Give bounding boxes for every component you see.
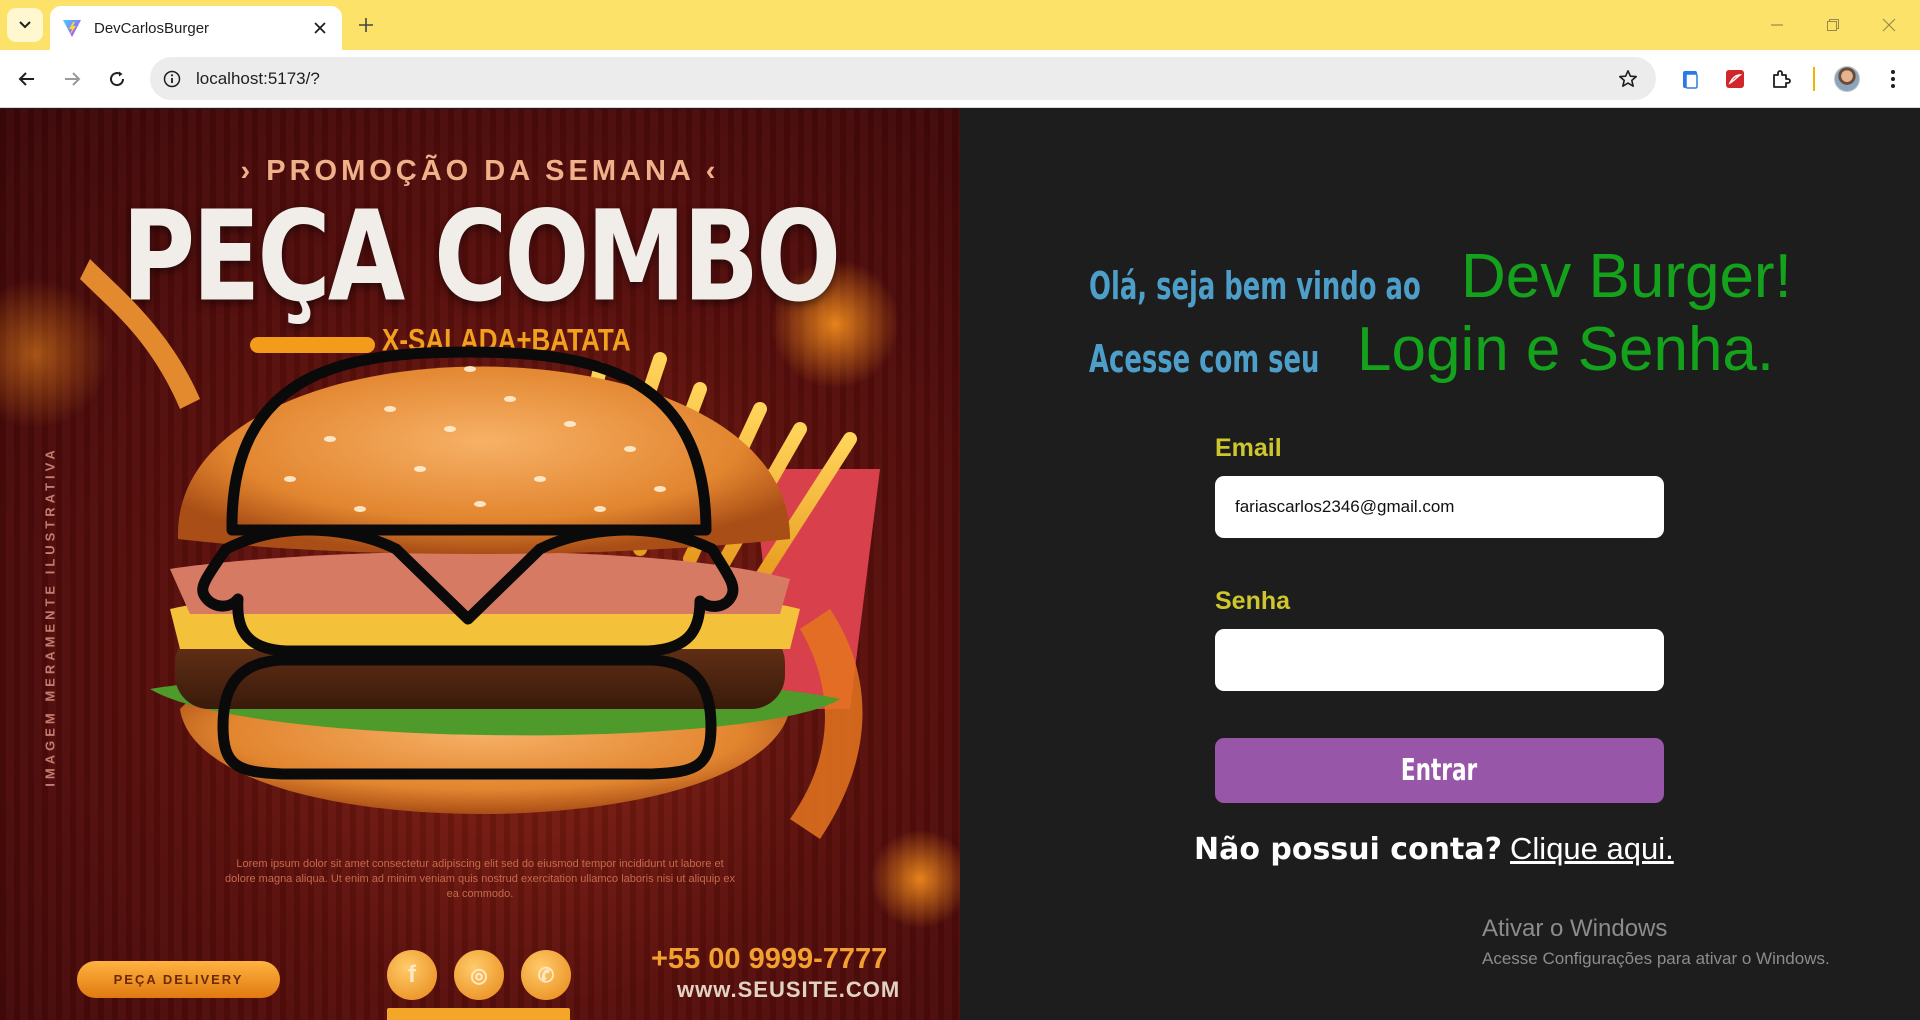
new-tab-button[interactable]: [353, 12, 379, 38]
greeting-prefix: Acesse com seu: [1089, 337, 1320, 381]
reload-icon: [110, 71, 125, 87]
whatsapp-icon: ✆: [521, 950, 571, 1000]
submit-button[interactable]: Entrar: [1215, 738, 1664, 803]
greeting-line-2: Acesse com seu Login e Senha.: [1089, 315, 1774, 384]
extension-pdf-icon[interactable]: [1720, 64, 1750, 94]
poster-blurb: Lorem ipsum dolor sit amet consectetur a…: [225, 858, 735, 900]
toolbar-divider: [1813, 67, 1815, 91]
vite-logo-icon: [63, 20, 81, 37]
facebook-icon: f: [387, 950, 437, 1000]
poster-website: www.SEUSITE.COM: [677, 977, 901, 1002]
greeting-prefix: Olá, seja bem vindo ao: [1089, 264, 1421, 308]
promo-poster-image: › PROMOÇÃO DA SEMANA ‹ PEÇA COMBO X-SALA…: [0, 109, 960, 1020]
greeting-line-1: Olá, seja bem vindo ao Dev Burger!: [1089, 242, 1792, 311]
password-label: Senha: [1215, 587, 1291, 615]
poster-bottom-bar: [387, 1008, 570, 1020]
extension-clipboard-icon[interactable]: [1675, 64, 1705, 94]
forward-button[interactable]: [57, 64, 87, 94]
restore-icon: [1827, 19, 1839, 31]
back-button[interactable]: [12, 64, 42, 94]
arrow-left-icon: [18, 72, 34, 86]
address-bar[interactable]: localhost:5173/?: [150, 57, 1656, 100]
page-content: › PROMOÇÃO DA SEMANA ‹ PEÇA COMBO X-SALA…: [0, 109, 1920, 1020]
instagram-icon: ◎: [454, 950, 504, 1000]
browser-menu-icon[interactable]: [1878, 64, 1908, 94]
poster-phone: +55 00 9999-7777: [651, 943, 888, 975]
reload-button[interactable]: [102, 64, 132, 94]
close-icon: [1882, 18, 1896, 32]
signup-question: Não possui conta?: [1194, 832, 1503, 867]
plus-icon: [359, 18, 373, 32]
minimize-window-button[interactable]: [1762, 10, 1792, 40]
greeting-brand: Dev Burger!: [1461, 242, 1792, 311]
browser-toolbar: localhost:5173/?: [0, 50, 1920, 108]
submit-button-label: Entrar: [1401, 753, 1478, 788]
url-text: localhost:5173/?: [196, 69, 320, 88]
minimize-icon: [1771, 24, 1783, 26]
poster-delivery-badge: PEÇA DELIVERY: [77, 961, 280, 998]
tab-active[interactable]: DevCarlosBurger: [50, 6, 342, 50]
extensions-puzzle-icon[interactable]: [1766, 64, 1796, 94]
arrow-right-icon: [65, 72, 81, 86]
password-field[interactable]: [1215, 629, 1664, 691]
signup-prompt: Não possui conta? Clique aqui.: [1194, 831, 1674, 867]
tab-title: DevCarlosBurger: [94, 19, 210, 37]
browser-tab-strip: DevCarlosBurger: [0, 0, 1920, 50]
close-window-button[interactable]: [1874, 10, 1904, 40]
chevron-down-icon: [19, 21, 31, 29]
site-info-icon[interactable]: [160, 67, 184, 91]
windows-activation-subtitle: Acesse Configurações para ativar o Windo…: [1482, 949, 1830, 968]
greeting-emphasis: Login e Senha.: [1357, 315, 1775, 384]
email-label: Email: [1215, 434, 1282, 462]
signup-link[interactable]: Clique aqui.: [1510, 831, 1674, 866]
tab-search-button[interactable]: [7, 8, 43, 42]
bookmark-star-icon[interactable]: [1616, 67, 1640, 91]
windows-activation-title: Ativar o Windows: [1482, 915, 1668, 942]
profile-avatar[interactable]: [1834, 66, 1860, 92]
close-tab-icon[interactable]: [310, 18, 330, 38]
email-field[interactable]: [1215, 476, 1664, 538]
login-panel: Olá, seja bem vindo ao Dev Burger! Acess…: [960, 109, 1920, 1020]
restore-window-button[interactable]: [1818, 10, 1848, 40]
